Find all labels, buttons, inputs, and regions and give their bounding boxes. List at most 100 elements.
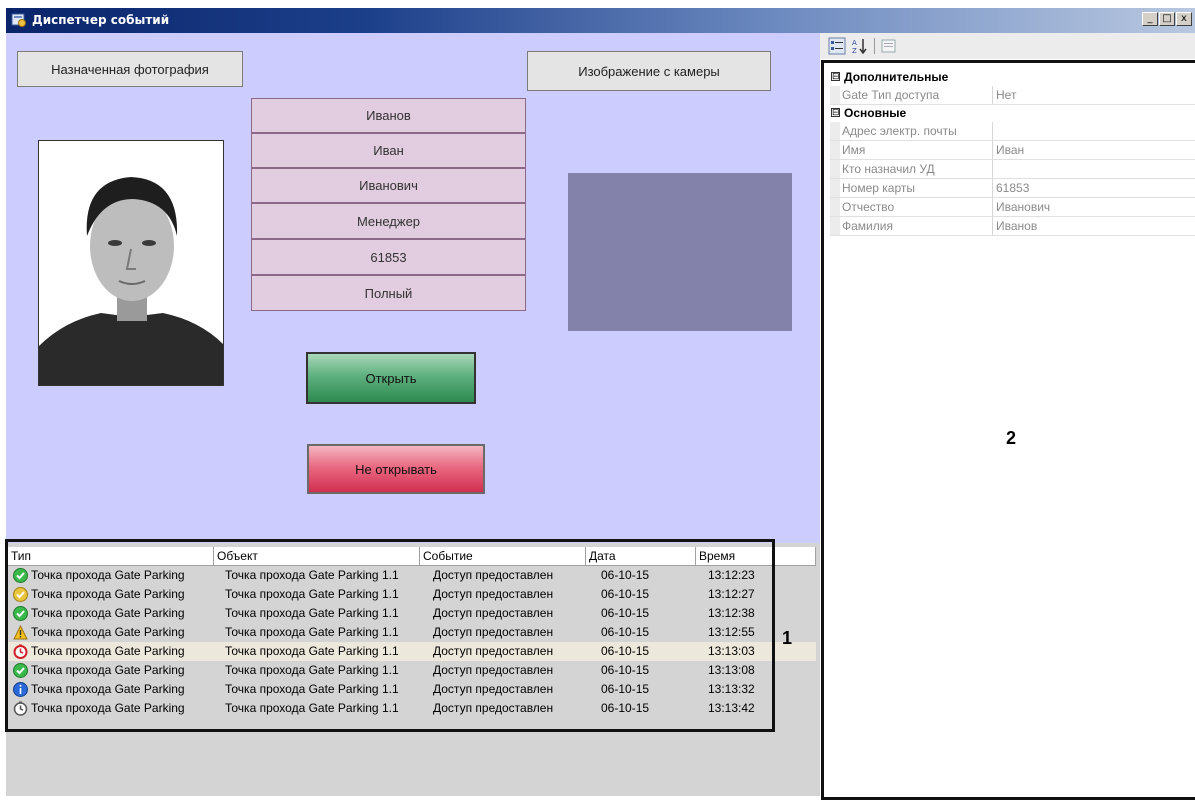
callout-label-2: 2 xyxy=(1006,428,1017,448)
event-description: Доступ предоставлен xyxy=(433,625,554,639)
minimize-button[interactable]: _ xyxy=(1142,12,1158,26)
event-row[interactable]: Точка прохода Gate Parking Точка прохода … xyxy=(8,585,816,604)
event-object: Точка прохода Gate Parking 1.1 xyxy=(225,701,399,715)
property-value[interactable]: 61853 xyxy=(996,181,1029,195)
event-description: Доступ предоставлен xyxy=(433,682,554,696)
event-time: 13:13:42 xyxy=(708,701,755,715)
green-check-icon xyxy=(13,663,28,678)
col-event-header[interactable]: Событие xyxy=(420,547,586,565)
open-button[interactable]: Открыть xyxy=(306,352,476,404)
property-name: Адрес электр. почты xyxy=(842,124,957,138)
event-time: 13:12:55 xyxy=(708,625,755,639)
event-row[interactable]: Точка прохода Gate Parking Точка прохода … xyxy=(8,680,816,699)
position-field: Менеджер xyxy=(251,203,526,239)
event-type: Точка прохода Gate Parking xyxy=(31,701,185,715)
property-splitter[interactable] xyxy=(992,141,993,159)
property-row-gutter xyxy=(830,179,840,197)
do-not-open-button[interactable]: Не открывать xyxy=(307,444,485,494)
property-panel: A Z ⊟ Дополнительные Gate Тип доступа Нет ⊟ О… xyxy=(820,33,1195,796)
event-date: 06-10-15 xyxy=(601,701,650,715)
event-row[interactable]: Точка прохода Gate Parking Точка прохода … xyxy=(8,566,816,585)
property-splitter[interactable] xyxy=(992,86,993,104)
property-value[interactable]: Иванов xyxy=(996,219,1037,233)
property-row[interactable]: Имя Иван xyxy=(830,141,1195,160)
event-object: Точка прохода Gate Parking 1.1 xyxy=(225,644,399,658)
event-list-header: Тип Объект Событие Дата Время xyxy=(8,547,816,566)
category-name: Дополнительные xyxy=(844,70,949,84)
col-type-header[interactable]: Тип xyxy=(8,547,214,565)
assigned-photo-label: Назначенная фотография xyxy=(17,51,243,87)
red-clock-icon xyxy=(13,644,28,659)
property-grid: ⊟ Дополнительные Gate Тип доступа Нет ⊟ Основ… xyxy=(830,69,1195,236)
event-row[interactable]: Точка прохода Gate Parking Точка прохода … xyxy=(8,642,816,661)
property-name: Gate Тип доступа xyxy=(842,88,940,102)
property-row[interactable]: Номер карты 61853 xyxy=(830,179,1195,198)
card-number-field: 61853 xyxy=(251,239,526,275)
access-level-field: Полный xyxy=(251,275,526,311)
close-button[interactable]: x xyxy=(1176,12,1192,26)
event-object: Точка прохода Gate Parking 1.1 xyxy=(225,568,399,582)
property-row[interactable]: Адрес электр. почты xyxy=(830,122,1195,141)
event-type: Точка прохода Gate Parking xyxy=(31,587,185,601)
property-splitter[interactable] xyxy=(992,198,993,216)
property-row[interactable]: Gate Тип доступа Нет xyxy=(830,86,1195,105)
app-icon xyxy=(11,13,26,27)
property-pages-icon[interactable] xyxy=(880,37,898,55)
event-object: Точка прохода Gate Parking 1.1 xyxy=(225,682,399,696)
title-bar[interactable]: Диспетчер событий _ □ x xyxy=(6,8,1195,33)
event-type: Точка прохода Gate Parking xyxy=(31,568,185,582)
property-row-gutter xyxy=(830,86,840,104)
col-object-header[interactable]: Объект xyxy=(214,547,420,565)
property-category[interactable]: ⊟ Основные xyxy=(830,105,1195,122)
camera-image-view xyxy=(568,173,792,331)
property-value[interactable]: Иванович xyxy=(996,200,1050,214)
event-description: Доступ предоставлен xyxy=(433,568,554,582)
event-date: 06-10-15 xyxy=(601,644,650,658)
event-object: Точка прохода Gate Parking 1.1 xyxy=(225,625,399,639)
property-value[interactable]: Нет xyxy=(996,88,1016,102)
property-splitter[interactable] xyxy=(992,179,993,197)
event-object: Точка прохода Gate Parking 1.1 xyxy=(225,606,399,620)
property-row-gutter xyxy=(830,160,840,178)
property-splitter[interactable] xyxy=(992,160,993,178)
event-time: 13:12:23 xyxy=(708,568,755,582)
property-value[interactable]: Иван xyxy=(996,143,1024,157)
event-date: 06-10-15 xyxy=(601,606,650,620)
event-date: 06-10-15 xyxy=(601,682,650,696)
event-list: Тип Объект Событие Дата Время Точка прох… xyxy=(6,543,820,796)
property-row[interactable]: Фамилия Иванов xyxy=(830,217,1195,236)
event-date: 06-10-15 xyxy=(601,568,650,582)
collapse-icon[interactable]: ⊟ xyxy=(831,108,840,117)
warning-icon xyxy=(13,625,28,640)
green-check-icon xyxy=(13,606,28,621)
col-date-header[interactable]: Дата xyxy=(586,547,696,565)
camera-image-label: Изображение с камеры xyxy=(527,51,771,91)
category-name: Основные xyxy=(844,106,907,120)
gray-clock-icon xyxy=(13,701,28,716)
property-row-gutter xyxy=(830,217,840,235)
alphabetical-sort-icon[interactable]: A Z xyxy=(851,37,869,55)
callout-label-1: 1 xyxy=(782,628,793,648)
col-time-header[interactable]: Время xyxy=(696,547,816,565)
event-row[interactable]: Точка прохода Gate Parking Точка прохода … xyxy=(8,661,816,680)
event-list-body: Точка прохода Gate Parking Точка прохода … xyxy=(8,566,816,718)
first-name-field: Иван xyxy=(251,133,526,168)
maximize-button[interactable]: □ xyxy=(1159,12,1175,26)
event-row[interactable]: Точка прохода Gate Parking Точка прохода … xyxy=(8,604,816,623)
middle-name-field: Иванович xyxy=(251,168,526,203)
property-category[interactable]: ⊟ Дополнительные xyxy=(830,69,1195,86)
event-object: Точка прохода Gate Parking 1.1 xyxy=(225,663,399,677)
property-row[interactable]: Отчество Иванович xyxy=(830,198,1195,217)
event-type: Точка прохода Gate Parking xyxy=(31,625,185,639)
event-row[interactable]: Точка прохода Gate Parking Точка прохода … xyxy=(8,623,816,642)
property-row-gutter xyxy=(830,141,840,159)
collapse-icon[interactable]: ⊟ xyxy=(831,72,840,81)
property-name: Фамилия xyxy=(842,219,893,233)
property-splitter[interactable] xyxy=(992,217,993,235)
event-type: Точка прохода Gate Parking xyxy=(31,606,185,620)
event-time: 13:12:27 xyxy=(708,587,755,601)
property-splitter[interactable] xyxy=(992,122,993,140)
property-row[interactable]: Кто назначил УД xyxy=(830,160,1195,179)
event-row[interactable]: Точка прохода Gate Parking Точка прохода … xyxy=(8,699,816,718)
categorized-view-icon[interactable] xyxy=(828,37,846,55)
